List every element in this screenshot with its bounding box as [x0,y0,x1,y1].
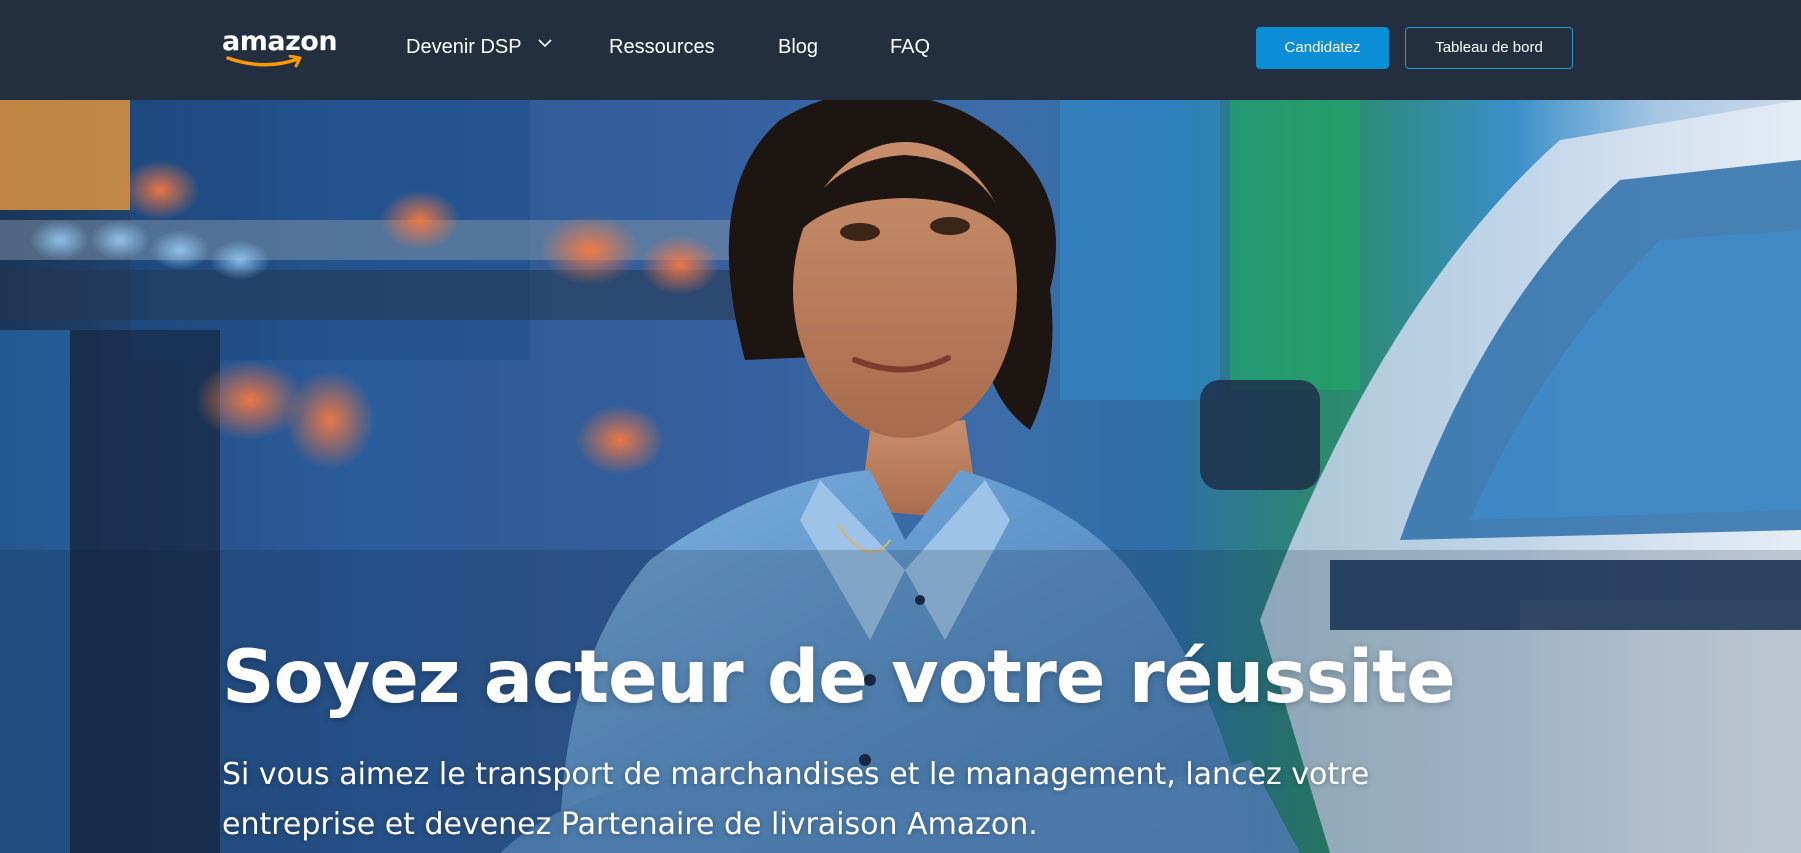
hero-banner: Soyez acteur de votre réussite Si vous a… [0,100,1801,853]
chevron-down-icon [538,39,552,48]
apply-button[interactable]: Candidatez [1256,27,1389,69]
nav-item-devenir-dsp[interactable]: Devenir DSP [406,32,553,62]
hero-subtitle: Si vous aimez le transport de marchandis… [222,757,1370,842]
logo-wordmark: amazon [222,26,338,57]
nav-item-label: Blog [778,36,819,58]
nav-item-ressources[interactable]: Ressources [609,32,715,62]
nav-item-label: Devenir DSP [406,36,522,58]
nav-item-faq[interactable]: FAQ [890,32,930,62]
hero-background-image [0,100,1801,853]
amazon-logo[interactable]: amazon [222,25,338,71]
nav-item-blog[interactable]: Blog [778,32,818,62]
dashboard-button[interactable]: Tableau de bord [1405,27,1573,69]
amazon-smile-icon [226,55,302,68]
nav-item-label: Ressources [609,36,715,58]
hero-title: Soyez acteur de votre réussite [222,635,1456,720]
top-navigation: amazon Devenir DSP Ressources Blog FAQ C… [0,0,1801,100]
nav-item-label: FAQ [890,36,931,58]
